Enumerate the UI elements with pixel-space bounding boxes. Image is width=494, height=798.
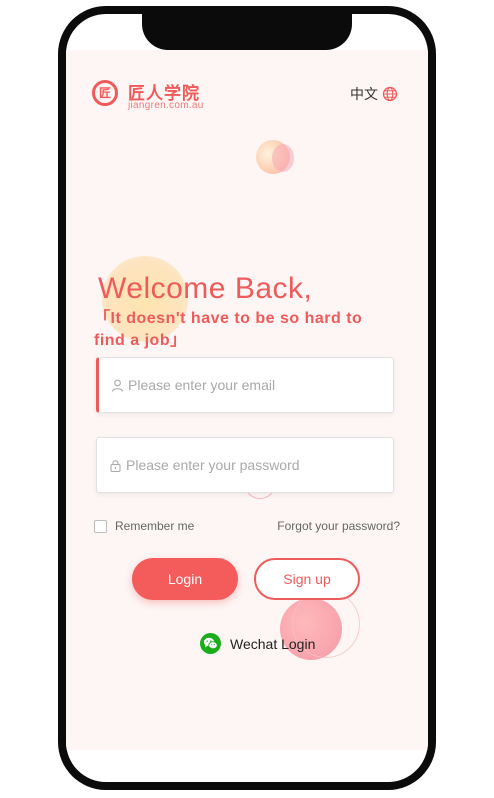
login-button[interactable]: Login [132, 558, 238, 600]
forgot-password-link[interactable]: Forgot your password? [277, 519, 400, 533]
logo-url: jiangren.com.au [128, 100, 204, 111]
language-switch[interactable]: 中文 [350, 84, 398, 104]
remember-me-label: Remember me [115, 519, 195, 533]
wechat-icon [200, 633, 221, 654]
checkbox-box[interactable] [94, 519, 107, 533]
user-icon [111, 379, 124, 392]
phone-screen: 匠 匠人学院 jiangren.com.au 中文 Welcome Back, … [66, 14, 428, 782]
lock-icon [110, 459, 121, 472]
remember-me-checkbox[interactable]: Remember me [94, 519, 194, 533]
password-field[interactable] [96, 437, 394, 493]
page-subtitle: 「It doesn't have to be so hard to find a… [94, 310, 363, 349]
phone-notch [142, 14, 352, 50]
decor-circle-top [256, 140, 290, 174]
phone-frame: 匠 匠人学院 jiangren.com.au 中文 Welcome Back, … [58, 6, 436, 790]
email-input[interactable] [128, 358, 393, 412]
wechat-login-label: Wechat Login [230, 635, 316, 652]
logo-mark-icon: 匠 [92, 80, 118, 106]
page-title: Welcome Back, [98, 272, 313, 305]
password-input[interactable] [126, 438, 393, 492]
language-label: 中文 [350, 87, 378, 103]
wechat-login-button[interactable]: Wechat Login [200, 633, 315, 654]
email-field[interactable] [96, 357, 394, 413]
decor-circle-top-2 [272, 144, 294, 172]
login-page: 匠 匠人学院 jiangren.com.au 中文 Welcome Back, … [66, 50, 428, 750]
signup-button[interactable]: Sign up [254, 558, 360, 600]
globe-icon [382, 86, 398, 102]
